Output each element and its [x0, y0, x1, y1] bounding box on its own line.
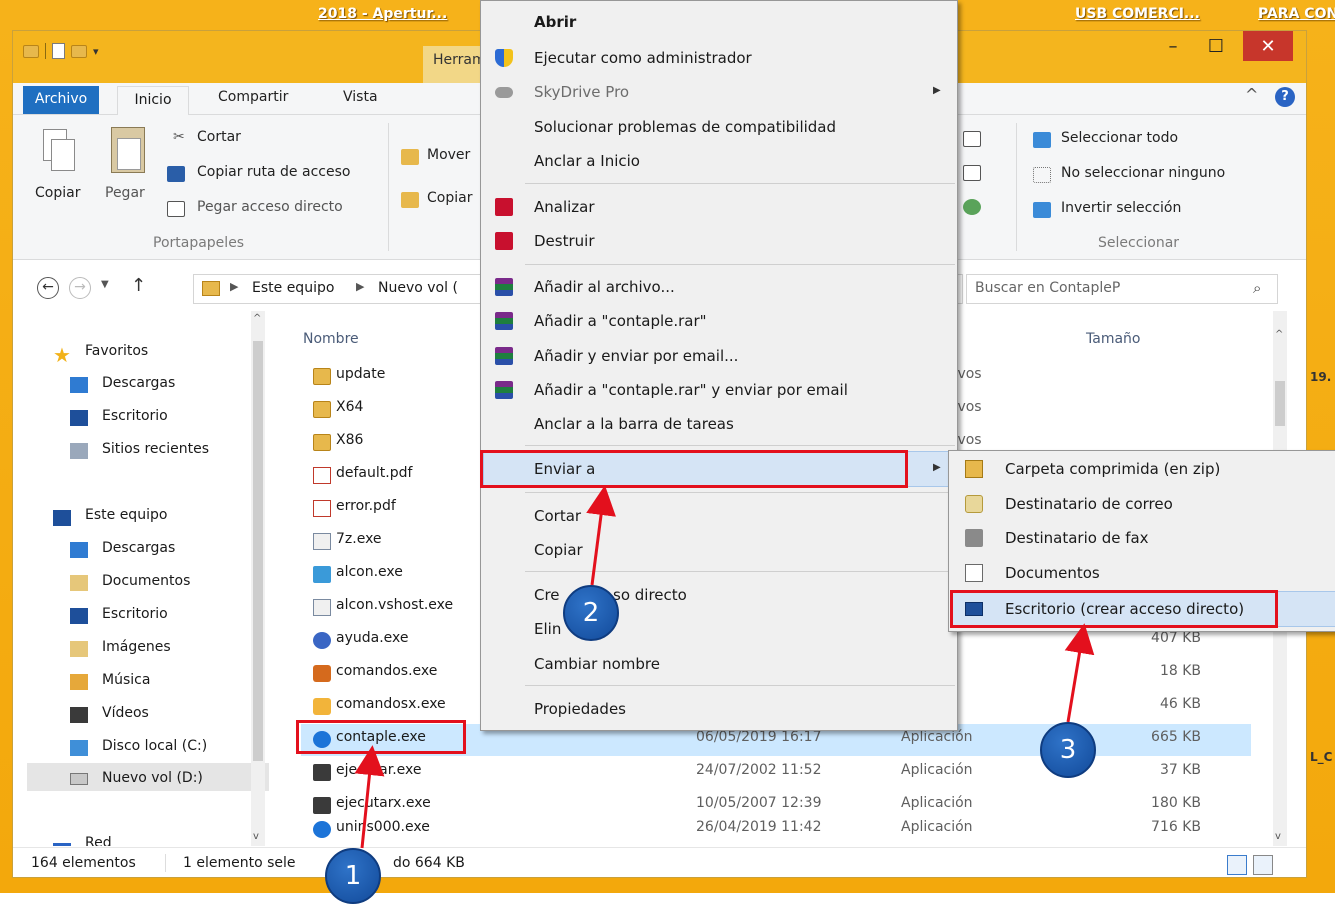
step-badge-1: 1 — [325, 848, 381, 904]
annotation-arrows — [354, 485, 1095, 849]
arrow-step-2 — [586, 485, 616, 586]
arrow-step-1 — [354, 745, 385, 849]
arrow-step-3 — [1064, 623, 1095, 723]
step-badge-3: 3 — [1040, 722, 1096, 778]
step-badge-2: 2 — [563, 585, 619, 641]
